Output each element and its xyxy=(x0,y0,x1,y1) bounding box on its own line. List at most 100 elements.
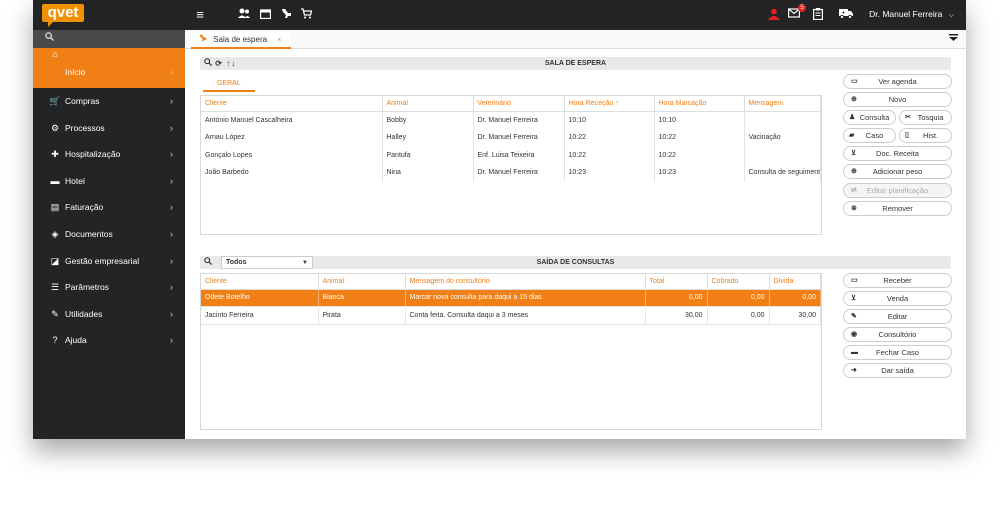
home-icon: ⌂ xyxy=(52,49,58,59)
sidebar-item-1[interactable]: ⌂ Início › xyxy=(33,48,185,88)
table-cell: 10:22 xyxy=(654,128,745,147)
table-cell: Gonçalo Lopes xyxy=(201,146,383,165)
sidebar-item-label: Utilidades xyxy=(65,308,103,319)
sidebar-item-label: Processos xyxy=(65,122,105,133)
exits-column-header[interactable]: Total xyxy=(645,274,708,290)
editar-planificacao-button[interactable]: ⇄ Editar planificação xyxy=(843,182,952,198)
tab-sala-de-espera[interactable]: Sala de espera × xyxy=(191,32,292,49)
dar-saida-button[interactable]: ➜ Dar saída xyxy=(843,363,952,379)
table-cell: Halley xyxy=(382,128,474,147)
sidebar-item-5[interactable]: ▬ Hotel › xyxy=(33,168,185,195)
caso-button[interactable]: ▰ Caso xyxy=(843,128,896,144)
doctor-alert-icon[interactable] xyxy=(767,8,781,22)
exits-column-header[interactable]: Animal xyxy=(318,274,406,290)
menu-icon[interactable]: ≡ xyxy=(193,8,207,22)
exits-column-header[interactable]: Dívida xyxy=(769,274,821,290)
sidebar-item-10[interactable]: ✎ Utilidades › xyxy=(33,301,185,328)
sidebar-item-label: Documentos xyxy=(65,228,113,239)
main-content: Sala de espera × ⟳ ↑↓ SALA DE ESPERA GER… xyxy=(185,30,966,439)
sidebar-item-4[interactable]: ✚ Hospitalização › xyxy=(33,141,185,168)
cart-icon: 🛒 xyxy=(49,96,61,106)
novo-button[interactable]: ⊕ Novo xyxy=(843,92,952,108)
mail-icon[interactable]: 5 xyxy=(787,4,806,22)
table-cell: Bobby xyxy=(382,111,474,129)
adicionar-peso-button[interactable]: ⊕ Adicionar peso xyxy=(843,164,952,180)
consulta-button[interactable]: ♟ Consulta xyxy=(843,110,896,126)
waiting-column-header[interactable]: Hora Marcação xyxy=(654,96,745,112)
users-icon[interactable] xyxy=(237,8,251,22)
tab-close-icon[interactable]: × xyxy=(277,37,281,44)
exits-actions: ▭ Receber ⊻ Venda ✎ Editar ◉ Consultório ▬ Fe… xyxy=(843,273,952,382)
chevron-right-icon: › xyxy=(170,122,173,133)
sidebar-item-8[interactable]: ◪ Gestão empresarial › xyxy=(33,248,185,275)
chevron-right-icon: › xyxy=(170,282,173,293)
zoom-icon[interactable] xyxy=(204,58,215,68)
sidebar-item-label: Faturação xyxy=(65,202,104,213)
pencil-icon: ✎ xyxy=(851,313,857,321)
sidebar-item-6[interactable]: ▤ Faturação › xyxy=(33,194,185,221)
tab-label: Sala de espera xyxy=(213,35,268,44)
ver-agenda-button[interactable]: ▭ Ver agenda xyxy=(843,74,952,89)
qvet-logo[interactable]: qvet xyxy=(42,4,84,27)
table-row[interactable]: António Manuel Cascalheira Bobby Dr. Manue… xyxy=(201,111,821,129)
table-row[interactable]: Gonçalo Lopes Pantufa Enf. Luisa Teixeira 1… xyxy=(201,146,821,165)
table-cell: 10:23 xyxy=(654,164,745,182)
table-cell: 0,00 xyxy=(707,289,770,308)
sidebar-item-11[interactable]: ? Ajuda › xyxy=(33,327,185,354)
table-row[interactable]: João Barbedo Nina Dr. Manuel Ferreira 10:23… xyxy=(201,164,821,182)
waiting-room-header: ⟳ ↑↓ SALA DE ESPERA xyxy=(200,57,951,70)
venda-button[interactable]: ⊻ Venda xyxy=(843,291,952,307)
table-row[interactable]: Arnau López Halley Dr. Manuel Ferreira 10:2… xyxy=(201,128,821,147)
table-row[interactable]: Odete Botelho Bianca Marcar nova consulta … xyxy=(201,289,821,308)
sidebar-item-7[interactable]: ◈ Documentos › xyxy=(33,221,185,248)
clipboard-icon[interactable] xyxy=(811,8,825,22)
calendar-icon[interactable] xyxy=(258,8,272,22)
waiting-column-header[interactable]: Animal xyxy=(382,96,474,112)
remover-button[interactable]: ⊗ Remover xyxy=(843,200,952,216)
sort-down-icon[interactable]: ↓ xyxy=(231,59,236,68)
chevron-right-icon: › xyxy=(170,255,173,266)
receber-button[interactable]: ▭ Receber xyxy=(843,273,952,288)
editar-button[interactable]: ✎ Editar xyxy=(843,309,952,325)
hist-button[interactable]: ▯ Hist. xyxy=(899,128,952,144)
exits-column-header[interactable]: Cliente xyxy=(201,274,319,290)
fechar-caso-button[interactable]: ▬ Fechar Caso xyxy=(843,345,952,361)
exits-title: SAÍDA DE CONSULTAS xyxy=(536,259,615,266)
table-cell: Dr. Manuel Ferreira xyxy=(473,128,565,147)
waiting-room-title: SALA DE ESPERA xyxy=(544,60,607,67)
waiting-column-header[interactable]: Hora Receção ↑ xyxy=(564,96,655,112)
exits-filter-select[interactable]: Todos ▼ xyxy=(221,256,313,269)
pet-icon[interactable] xyxy=(279,8,293,22)
tab-menu-icon[interactable] xyxy=(949,33,958,44)
ambulance-icon[interactable] xyxy=(839,8,853,22)
doctor-icon: ♟ xyxy=(849,114,856,122)
waiting-column-header[interactable]: Veterinário xyxy=(473,96,565,112)
medkit-icon: ✚ xyxy=(51,149,59,160)
exits-column-header[interactable]: Mensagem do consultório xyxy=(405,274,646,290)
exits-table: Cliente Animal Mensagem do consultório Tota… xyxy=(200,273,822,430)
table-cell: 30,00 xyxy=(769,306,821,325)
wrench-icon: ✎ xyxy=(51,308,59,319)
exits-zoom-icon[interactable] xyxy=(204,256,212,269)
sidebar-item-3[interactable]: ⚙ Processos › xyxy=(33,115,185,142)
table-cell: Pantufa xyxy=(382,146,474,165)
cart-icon[interactable] xyxy=(299,8,313,22)
subtab-geral[interactable]: GERAL xyxy=(203,80,255,92)
scissors-icon: ✂ xyxy=(905,114,911,122)
consultorio-button[interactable]: ◉ Consultório xyxy=(843,327,952,343)
table-cell: Nina xyxy=(382,164,474,182)
doc-receita-button[interactable]: ⊻ Doc. Receita xyxy=(843,146,952,162)
sidebar-item-label: Ajuda xyxy=(65,335,87,346)
waiting-column-header[interactable]: Mensagem xyxy=(744,96,821,112)
user-menu[interactable]: Dr. Manuel Ferreira ⌵ xyxy=(869,9,954,20)
refresh-icon[interactable]: ⟳ xyxy=(215,59,223,68)
notification-badge: 5 xyxy=(798,4,806,12)
sidebar-item-2[interactable]: 🛒 Compras › xyxy=(33,88,185,115)
table-row[interactable]: Jacinto Ferreira Pirata Conta feita. Consu… xyxy=(201,306,821,325)
table-cell: 30,00 xyxy=(645,306,708,325)
waiting-column-header[interactable]: Cliente xyxy=(201,96,383,112)
exits-column-header[interactable]: Cobrado xyxy=(707,274,770,290)
sidebar-item-9[interactable]: ☰ Parâmetros › xyxy=(33,274,185,301)
tosquia-button[interactable]: ✂ Tosquia xyxy=(899,110,952,126)
table-cell: Conta feita. Consulta daqui a 3 meses xyxy=(405,306,646,325)
